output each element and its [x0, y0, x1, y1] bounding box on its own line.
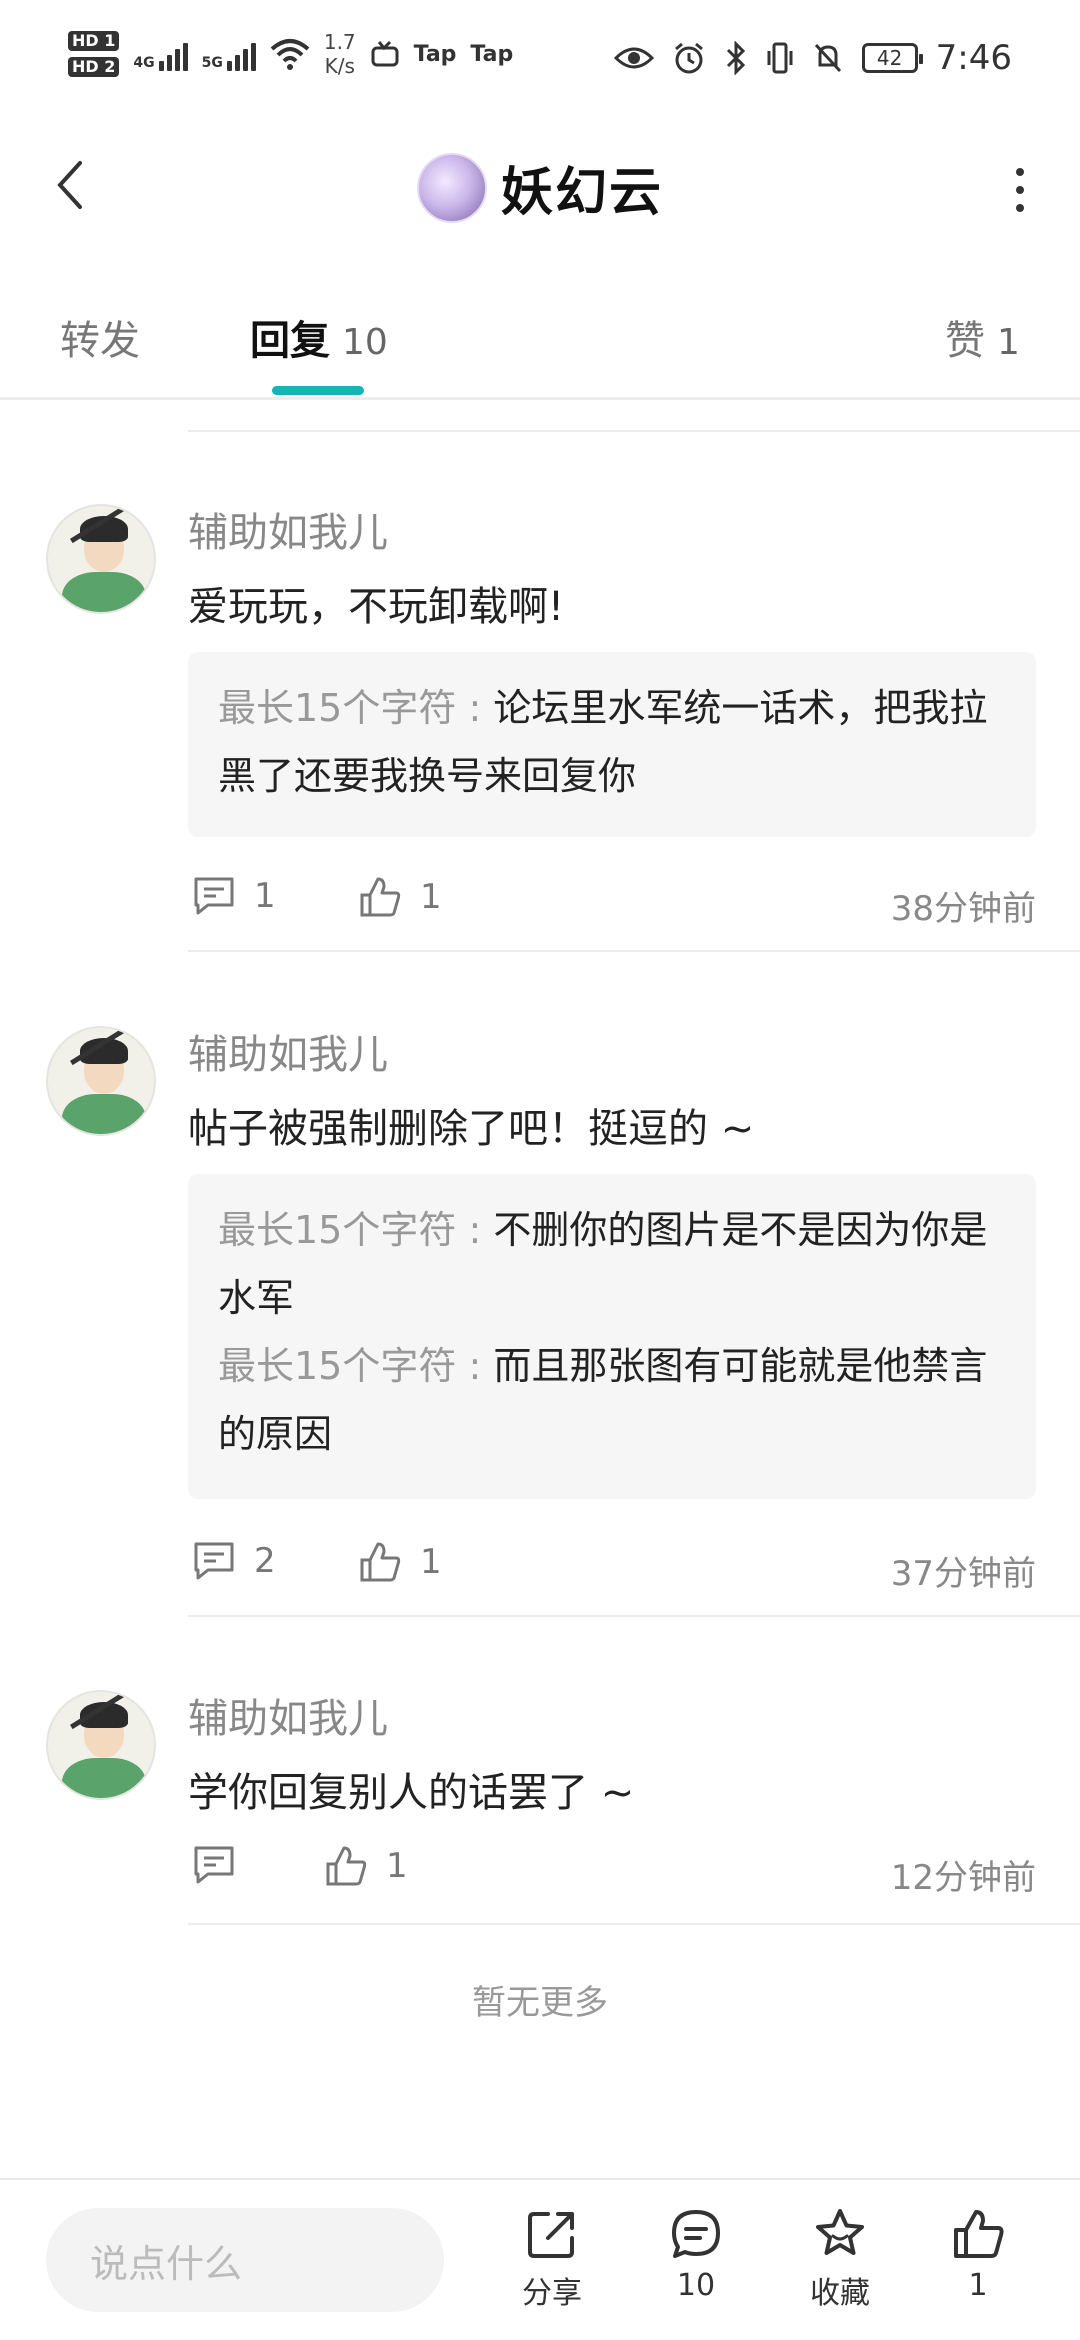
like-count: 1: [386, 1846, 408, 1886]
comment-icon: [194, 877, 234, 915]
taptap-label-2: Tap: [470, 41, 514, 67]
quoted-replies[interactable]: 最长15个字符 : 论坛里水军统一话术，把我拉黑了还要我换号来回复你: [188, 652, 1036, 837]
share-label: 分享: [522, 2276, 582, 2311]
user-avatar[interactable]: [416, 152, 487, 223]
dot-icon: [1016, 186, 1024, 194]
quote-author: 最长15个字符: [218, 686, 457, 730]
reply-count: 1: [254, 876, 276, 916]
commenter-avatar[interactable]: [46, 1690, 156, 1800]
mute-bell-icon: [814, 43, 841, 73]
comment-time: 12分钟前: [890, 1858, 1036, 1898]
more-options-button[interactable]: [1000, 160, 1040, 220]
comment-content: 爱玩玩，不玩卸载啊!: [188, 584, 565, 630]
quoted-replies[interactable]: 最长15个字符 : 不删你的图片是不是因为你是水军 最长15个字符 : 而且那张…: [188, 1174, 1036, 1499]
like-count: 1: [420, 1542, 442, 1582]
like-button[interactable]: 1: [358, 1540, 442, 1584]
battery-indicator: 42: [861, 43, 923, 73]
bluetooth-icon: [726, 41, 745, 75]
like-count: 1: [997, 322, 1020, 363]
reply-count: 10: [342, 322, 388, 363]
comment-count: 10: [676, 2268, 716, 2303]
vibrate-icon: [767, 42, 793, 74]
comment-actions: 2 1 37分钟前: [188, 1540, 1036, 1600]
taptap-label-1: Tap: [413, 41, 457, 67]
clock: 7:46: [935, 38, 1012, 78]
reply-button[interactable]: 2: [192, 1540, 276, 1582]
commenter-avatar[interactable]: [46, 1026, 156, 1136]
like-button[interactable]: 1: [358, 875, 442, 919]
page-title: 妖幻云: [500, 163, 663, 223]
tab-likes[interactable]: 赞1: [945, 308, 1020, 366]
tab-bar: 转发 回复 10 赞1: [0, 290, 1080, 400]
like-count: 1: [420, 877, 442, 917]
signal-icon: [158, 37, 188, 71]
comment-icon: [194, 1846, 234, 1884]
comment-input[interactable]: 说点什么: [46, 2208, 444, 2312]
reply-button[interactable]: [192, 1844, 254, 1886]
wifi-icon: [270, 39, 310, 70]
eye-icon: [613, 47, 654, 69]
thumbs-up-icon: [326, 1846, 367, 1886]
quoted-reply: 最长15个字符 : 论坛里水军统一话术，把我拉黑了还要我换号来回复你: [218, 686, 988, 798]
post-like-count: 1: [968, 2268, 988, 2303]
favorite-label: 收藏: [810, 2276, 870, 2311]
quoted-reply: 最长15个字符 : 不删你的图片是不是因为你是水军: [218, 1208, 988, 1320]
signal-icon-2: [226, 37, 256, 71]
divider: [188, 1923, 1080, 1925]
comment-author[interactable]: 辅助如我儿: [188, 1686, 388, 1744]
network-speed: 1.7 K/s: [323, 30, 356, 78]
share-button[interactable]: 分享: [502, 2206, 602, 2312]
tab-replies[interactable]: 回复 10: [250, 308, 388, 366]
share-icon: [528, 2212, 574, 2258]
divider: [188, 1615, 1080, 1617]
hd1-label: HD 1: [68, 31, 120, 51]
quote-author: 最长15个字符: [218, 1344, 457, 1388]
no-more-label: 暂无更多: [472, 1983, 608, 2023]
like-post-button[interactable]: 1: [928, 2206, 1028, 2303]
comment-author[interactable]: 辅助如我儿: [188, 500, 388, 558]
reply-count: 2: [254, 1541, 276, 1581]
status-bar: HD 1 HD 2 4G 5G 1.7 K/s Tap Tap 42 7:46: [0, 0, 1080, 120]
divider: [188, 430, 1080, 432]
dot-icon: [1016, 168, 1024, 176]
alarm-icon: [674, 42, 703, 74]
network-type-1: 4G: [133, 55, 155, 71]
hd-indicator: HD 1 HD 2: [68, 31, 120, 77]
reply-button[interactable]: 1: [192, 875, 276, 917]
chat-bubble-icon: [672, 2210, 720, 2258]
comment-icon: [194, 1542, 234, 1580]
favorite-button[interactable]: 收藏: [790, 2206, 890, 2312]
tv-icon: [371, 40, 399, 67]
comment-content: 学你回复别人的话罢了 ~: [188, 1770, 635, 1816]
quoted-reply: 最长15个字符 : 而且那张图有可能就是他禁言的原因: [218, 1344, 988, 1456]
thumbs-up-icon: [954, 2210, 1004, 2258]
hd2-label: HD 2: [68, 57, 120, 77]
like-button[interactable]: 1: [324, 1844, 408, 1888]
dot-icon: [1016, 204, 1024, 212]
comments-button[interactable]: 10: [646, 2206, 746, 2303]
comment-author[interactable]: 辅助如我儿: [188, 1022, 388, 1080]
thumbs-up-icon: [360, 877, 401, 917]
divider: [188, 950, 1080, 952]
quote-author: 最长15个字符: [218, 1208, 457, 1252]
active-tab-indicator: [272, 386, 364, 395]
comment-time: 38分钟前: [890, 889, 1036, 929]
tab-forward[interactable]: 转发: [60, 308, 140, 366]
comment-actions: 1 12分钟前: [188, 1844, 1036, 1904]
comment-content: 帖子被强制删除了吧！挺逗的 ~: [188, 1106, 755, 1152]
comment-actions: 1 1 38分钟前: [188, 875, 1036, 935]
comment-time: 37分钟前: [890, 1554, 1036, 1594]
comment-input-placeholder: 说点什么: [90, 2241, 243, 2286]
header: 妖幻云: [0, 120, 1080, 250]
network-type-2: 5G: [201, 55, 223, 71]
star-icon: [816, 2209, 864, 2255]
thumbs-up-icon: [360, 1542, 401, 1582]
bottom-bar: 说点什么 分享 10 收藏 1: [0, 2178, 1080, 2340]
commenter-avatar[interactable]: [46, 504, 156, 614]
